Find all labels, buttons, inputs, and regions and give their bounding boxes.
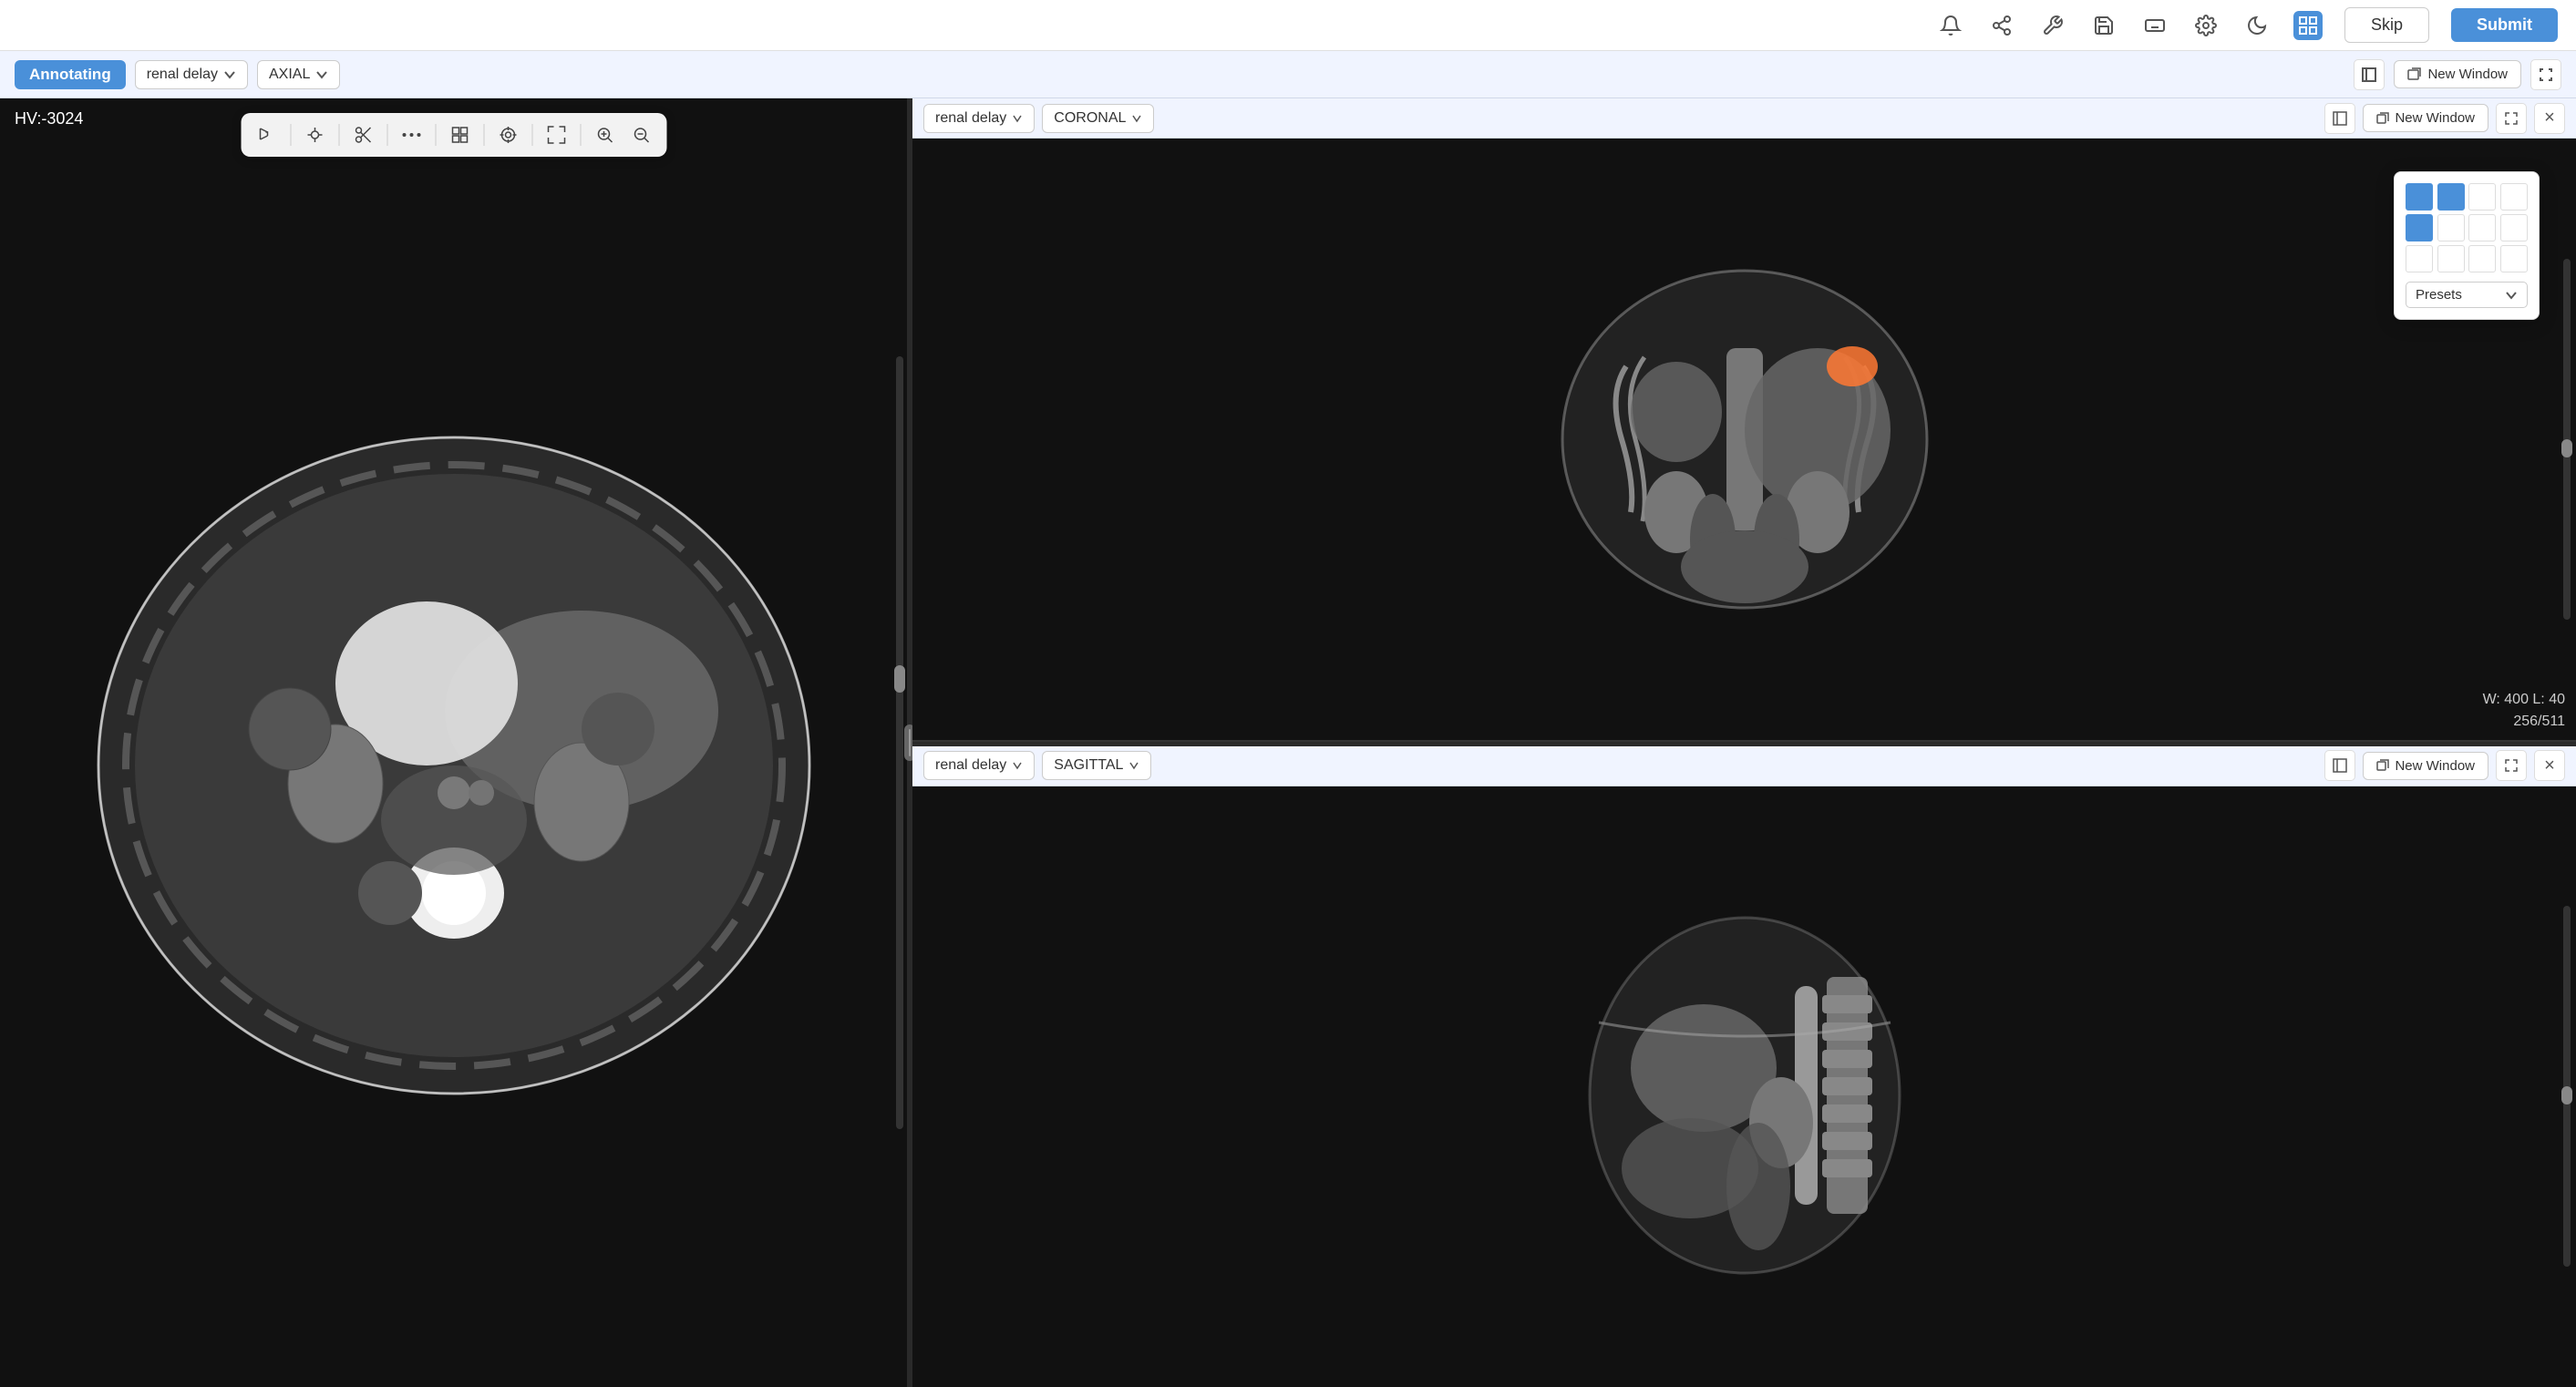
series-dropdown-coronal[interactable]: renal delay xyxy=(923,104,1035,133)
close-sagittal-icon[interactable]: × xyxy=(2534,750,2565,781)
top-toolbar: Skip Submit xyxy=(0,0,2576,51)
coronal-panel-header: renal delay CORONAL xyxy=(912,98,2576,139)
expand-tool-btn[interactable] xyxy=(540,118,572,151)
axial-scrollbar-thumb[interactable] xyxy=(894,665,905,693)
zoom-in-btn[interactable] xyxy=(588,118,621,151)
new-window-button-left[interactable]: New Window xyxy=(2394,60,2521,88)
grid-cell-2-1[interactable] xyxy=(2437,245,2465,272)
series-dropdown-left[interactable]: renal delay xyxy=(135,60,248,89)
grid-cell-1-1[interactable] xyxy=(2437,214,2465,241)
view-dropdown-left[interactable]: AXIAL xyxy=(257,60,340,89)
expand-coronal-icon[interactable] xyxy=(2496,103,2527,134)
main-content: HV:-3024 xyxy=(0,98,2576,1387)
wl-label: W: 400 L: 40 xyxy=(2483,689,2565,711)
separator xyxy=(435,124,436,146)
crosshair-tool-btn[interactable] xyxy=(298,118,331,151)
left-panel-axial: HV:-3024 xyxy=(0,98,907,1387)
sagittal-scrollbar[interactable] xyxy=(2563,906,2571,1267)
grid-layout-popup: Presets xyxy=(2394,171,2540,320)
sagittal-ct-scan[interactable] xyxy=(912,786,2576,1387)
position-label: 256/511 xyxy=(2483,711,2565,733)
settings-icon[interactable] xyxy=(2191,11,2221,40)
tool-icon[interactable] xyxy=(2038,11,2067,40)
collapse-icon[interactable] xyxy=(2354,59,2385,90)
sagittal-scrollbar-thumb[interactable] xyxy=(2561,1086,2572,1104)
grid-cells-container xyxy=(2406,183,2528,272)
save-icon[interactable] xyxy=(2089,11,2118,40)
new-window-coronal[interactable]: New Window xyxy=(2363,104,2488,132)
grid-cell-2-2[interactable] xyxy=(2468,245,2496,272)
series-dropdown-sagittal[interactable]: renal delay xyxy=(923,751,1035,780)
separator xyxy=(386,124,387,146)
skip-button[interactable]: Skip xyxy=(2344,7,2429,43)
grid-cell-0-2[interactable] xyxy=(2468,183,2496,211)
collapse-coronal-icon[interactable] xyxy=(2324,103,2355,134)
axial-ct-scan[interactable] xyxy=(0,98,907,1387)
share-icon[interactable] xyxy=(1987,11,2016,40)
more-tool-btn[interactable] xyxy=(395,118,428,151)
coronal-scrollbar[interactable] xyxy=(2563,259,2571,620)
separator xyxy=(531,124,532,146)
coronal-ct-scan[interactable]: W: 400 L: 40 256/511 xyxy=(912,139,2576,740)
grid-layout-icon[interactable] xyxy=(2293,11,2323,40)
grid-cell-0-1[interactable] xyxy=(2437,183,2465,211)
new-window-sagittal[interactable]: New Window xyxy=(2363,752,2488,780)
grid-cell-2-0[interactable] xyxy=(2406,245,2433,272)
presets-dropdown[interactable]: Presets xyxy=(2406,282,2528,308)
sagittal-panel-header: renal delay SAGITTAL xyxy=(912,746,2576,786)
separator xyxy=(290,124,291,146)
separator xyxy=(483,124,484,146)
grid-cell-1-0[interactable] xyxy=(2406,214,2433,241)
axial-scrollbar[interactable] xyxy=(896,356,903,1129)
grid-cell-0-3[interactable] xyxy=(2500,183,2528,211)
grid-cell-0-0[interactable] xyxy=(2406,183,2433,211)
grid-cell-1-2[interactable] xyxy=(2468,214,2496,241)
grid-cell-1-3[interactable] xyxy=(2500,214,2528,241)
view-dropdown-coronal[interactable]: CORONAL xyxy=(1042,104,1154,133)
separator xyxy=(338,124,339,146)
bell-icon[interactable] xyxy=(1936,11,1965,40)
expand-left-icon[interactable] xyxy=(2530,59,2561,90)
select-tool-btn[interactable] xyxy=(250,118,283,151)
float-toolbar xyxy=(241,113,666,157)
annotating-tag: Annotating xyxy=(15,60,126,89)
collapse-sagittal-icon[interactable] xyxy=(2324,750,2355,781)
grid-cell-2-3[interactable] xyxy=(2500,245,2528,272)
keyboard-icon[interactable] xyxy=(2140,11,2169,40)
moon-icon[interactable] xyxy=(2242,11,2272,40)
coronal-scan-image xyxy=(1535,257,1954,622)
expand-sagittal-icon[interactable] xyxy=(2496,750,2527,781)
submit-button[interactable]: Submit xyxy=(2451,8,2558,42)
view-dropdown-sagittal[interactable]: SAGITTAL xyxy=(1042,751,1151,780)
layout-tool-btn[interactable] xyxy=(443,118,476,151)
close-coronal-icon[interactable]: × xyxy=(2534,103,2565,134)
hv-label: HV:-3024 xyxy=(15,109,83,128)
separator xyxy=(580,124,581,146)
axial-scan-image xyxy=(71,383,837,1148)
annotation-bar: Annotating renal delay AXIAL New Window xyxy=(0,51,2576,98)
right-panel-sagittal: renal delay SAGITTAL xyxy=(912,746,2576,1387)
target-tool-btn[interactable] xyxy=(491,118,524,151)
right-panel: Presets renal delay CORONAL xyxy=(912,98,2576,1387)
sagittal-scan-image xyxy=(1562,904,1927,1287)
zoom-out-btn[interactable] xyxy=(624,118,657,151)
right-panel-coronal: renal delay CORONAL xyxy=(912,98,2576,742)
coronal-status: W: 400 L: 40 256/511 xyxy=(2483,689,2565,733)
scissors-tool-btn[interactable] xyxy=(346,118,379,151)
coronal-scrollbar-thumb[interactable] xyxy=(2561,439,2572,457)
